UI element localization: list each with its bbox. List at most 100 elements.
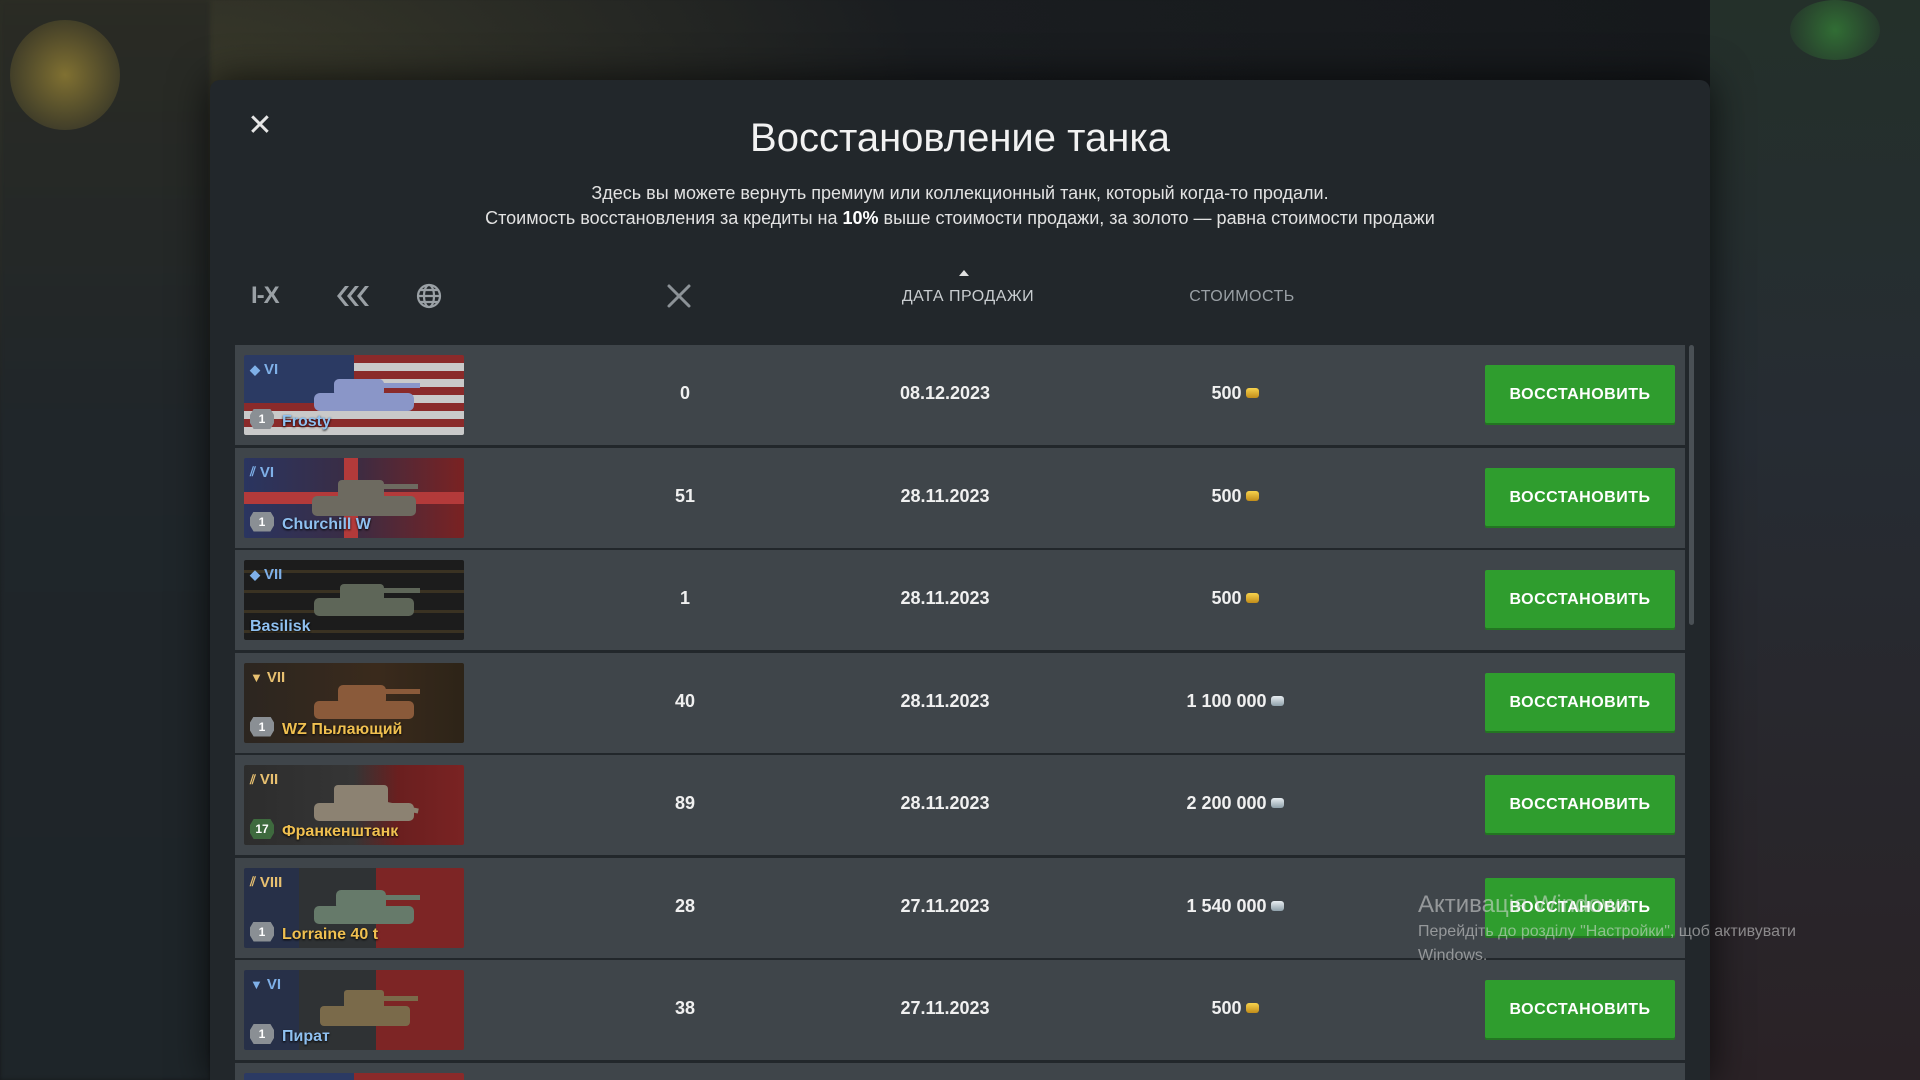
tank-name: Lorraine 40 t <box>282 925 379 943</box>
table-row: ▼ VI 1 Пират 38 27.11.2023 500 ВОССТАНОВИ… <box>235 960 1685 1060</box>
tank-card[interactable]: ▼ VI 1 Пират <box>244 970 464 1050</box>
tank-card[interactable]: ⫽ VIII 1 Lorraine 40 t <box>244 867 464 948</box>
battles-count: 51 <box>674 485 696 506</box>
sale-date: 28.11.2023 <box>900 793 990 813</box>
tank-name: Basilisk <box>250 618 311 635</box>
tier-label: ⫽ VI <box>250 464 274 481</box>
tier-value: VI <box>264 361 279 378</box>
sale-date: 27.11.2023 <box>900 998 990 1018</box>
table-row: ◆ VII Basilisk 1 28.11.2023 500 ВОССТАНОВ… <box>235 550 1685 650</box>
cost-value: 1 540 000 <box>1186 895 1267 916</box>
sale-date: 27.11.2023 <box>900 895 990 916</box>
sale-date: 28.11.2023 <box>900 690 990 711</box>
cost-value: 1 100 000 <box>1186 690 1267 711</box>
tier-value: VII <box>264 566 283 583</box>
collector-icon: ⫽ <box>250 874 256 889</box>
tank-card[interactable]: ⫽ VII 17 Франкенштанк <box>244 765 464 845</box>
windows-activation-watermark: Активація Windows Перейдіть до розділу "… <box>1418 890 1796 968</box>
tank-card[interactable]: ▼ VII 1 WZ Пылающий <box>244 662 464 743</box>
battles-count: 0 <box>679 383 690 403</box>
watermark-line: Windows. <box>1418 947 1488 964</box>
table-row: ⫽ VII 17 Франкенштанк 89 28.11.2023 2 200… <box>235 755 1685 855</box>
watermark-title: Активація Windows <box>1418 891 1632 918</box>
special-icon: ▼ <box>250 669 263 685</box>
cost-value: 500 <box>1211 485 1242 506</box>
special-icon: ▼ <box>250 977 263 992</box>
sale-date: 08.12.2023 <box>899 383 991 403</box>
description-text: Стоимость восстановления за кредиты на <box>485 208 843 228</box>
dialog-description: Здесь вы можете вернуть премиум или колл… <box>210 181 1710 231</box>
background-glow <box>1790 0 1880 60</box>
restore-button[interactable]: ВОССТАНОВИТЬ <box>1485 775 1675 835</box>
dialog-title: Восстановление танка <box>750 116 1170 160</box>
tank-card[interactable]: ◆ VI 1 Frosty <box>244 355 464 435</box>
table-row: ⫽ VI 1 Churchill W 51 28.11.2023 500 ВОСС… <box>235 447 1685 548</box>
tank-card[interactable]: ◆ VII Basilisk <box>244 560 464 640</box>
column-cost[interactable]: СТОИМОСТЬ <box>1142 288 1342 306</box>
restore-button[interactable]: ВОССТАНОВИТЬ <box>1485 570 1675 630</box>
restore-button[interactable]: ВОССТАНОВИТЬ <box>1485 672 1675 733</box>
tank-name: Пират <box>282 1028 330 1045</box>
credits-icon <box>1270 798 1284 808</box>
cost: 500 <box>1135 486 1335 507</box>
mastery-badge: 17 <box>250 819 274 839</box>
collector-icon: ⫽ <box>250 771 256 787</box>
cost: 1 540 000 <box>1135 896 1335 917</box>
tier-filter[interactable]: I-X <box>251 280 280 312</box>
tank-card[interactable] <box>244 1072 464 1080</box>
mastery-badge: 1 <box>250 409 274 429</box>
watermark-line: Перейдіть до розділу "Настройки", щоб ак… <box>1418 923 1796 940</box>
globe-icon[interactable] <box>415 280 443 312</box>
column-sale-date[interactable]: ДАТА ПРОДАЖИ <box>868 288 1068 306</box>
crossed-swords-icon[interactable] <box>665 280 693 312</box>
background-left <box>0 0 210 1080</box>
restore-button[interactable]: ВОССТАНОВИТЬ <box>1485 467 1675 528</box>
cost: 500 <box>1135 588 1335 609</box>
tier-value: VII <box>259 771 279 788</box>
tank-type-icon[interactable] <box>335 280 375 312</box>
battles-count: 28 <box>674 895 696 916</box>
background-glow <box>10 20 120 130</box>
cost: 2 200 000 <box>1135 793 1335 814</box>
sale-date: 28.11.2023 <box>900 485 990 506</box>
cost: 500 <box>1135 383 1335 404</box>
tank-list: ◆ VI 1 Frosty 0 08.12.2023 500 ВОССТАНОВИ… <box>235 345 1685 1080</box>
table-row <box>235 1062 1685 1080</box>
scrollbar[interactable] <box>1689 345 1694 625</box>
nation-flag <box>244 1072 464 1080</box>
collector-icon: ⫽ <box>250 464 256 479</box>
tier-value: VI <box>266 976 282 993</box>
cost-value: 500 <box>1211 588 1242 608</box>
tank-name: Франкенштанк <box>282 823 399 840</box>
tank-name: Churchill W <box>282 515 371 533</box>
restore-button[interactable]: ВОССТАНОВИТЬ <box>1485 980 1675 1040</box>
tier-label: ⫽ VII <box>250 771 278 788</box>
mastery-badge: 1 <box>250 1024 274 1044</box>
cost: 500 <box>1135 998 1335 1019</box>
battles-count: 1 <box>679 588 690 608</box>
battles-count: 40 <box>674 690 696 711</box>
tier-value: VI <box>259 463 274 481</box>
table-header: I-X ДАТА ПРОДАЖИ СТОИМОСТЬ <box>235 270 1680 330</box>
tier-value: VIII <box>259 873 283 891</box>
tank-name: WZ Пылающий <box>282 720 403 738</box>
tier-label: ▼ VII <box>250 669 285 686</box>
table-row: ▼ VII 1 WZ Пылающий 40 28.11.2023 1 100 0… <box>235 652 1685 753</box>
tier-label: ◆ VI <box>250 361 278 378</box>
tier-value: VII <box>266 668 286 686</box>
credits-icon <box>1270 900 1284 911</box>
tank-card[interactable]: ⫽ VI 1 Churchill W <box>244 457 464 538</box>
gold-icon <box>1245 593 1259 603</box>
table-row: ◆ VI 1 Frosty 0 08.12.2023 500 ВОССТАНОВИ… <box>235 345 1685 445</box>
premium-icon: ◆ <box>250 566 260 582</box>
sort-ascending-icon <box>959 270 969 276</box>
restore-button[interactable]: ВОССТАНОВИТЬ <box>1485 365 1675 425</box>
tank-name: Frosty <box>282 413 331 430</box>
tier-label: ▼ VI <box>250 976 281 993</box>
battles-count: 38 <box>674 998 696 1018</box>
gold-icon <box>1245 388 1259 398</box>
tier-label: ◆ VII <box>250 566 282 583</box>
description-percent: 10% <box>842 208 879 228</box>
description-line-1: Здесь вы можете вернуть премиум или колл… <box>591 183 1329 203</box>
tier-label: ⫽ VIII <box>250 874 282 891</box>
